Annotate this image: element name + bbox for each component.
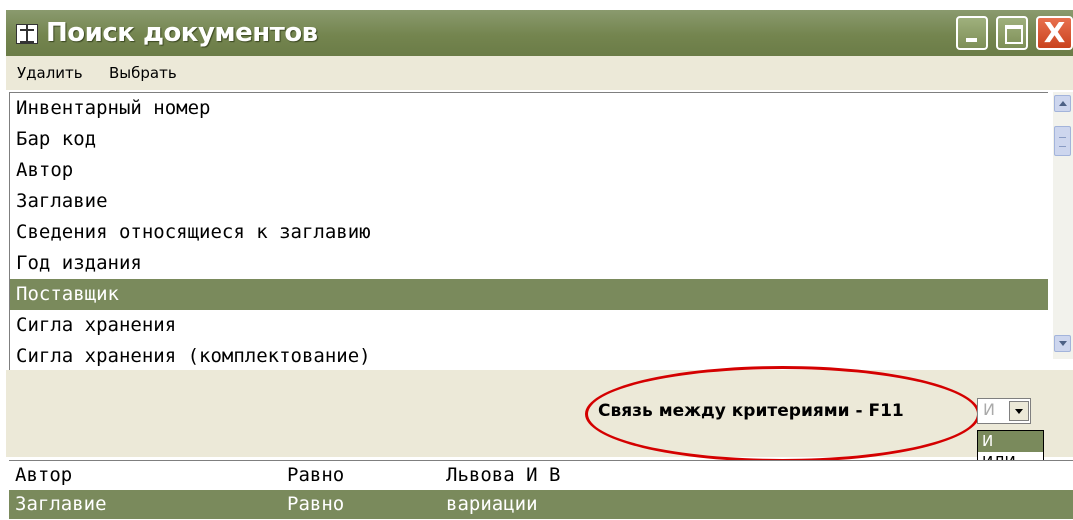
menu-item-select[interactable]: Выбрать: [109, 64, 177, 82]
criteria-link-value: И: [983, 400, 995, 419]
maximize-icon: [998, 18, 1026, 48]
field-item[interactable]: Сигла хранения (комплектование): [10, 341, 1048, 370]
field-item[interactable]: Бар код: [10, 124, 1048, 155]
criteria-list[interactable]: Автор Равно Львова И В Заглавие Равно ва…: [9, 460, 1073, 520]
close-icon: X: [1043, 16, 1066, 49]
title-bar[interactable]: Поиск документов X: [6, 10, 1073, 56]
field-item-selected[interactable]: Поставщик: [10, 279, 1048, 310]
field-item[interactable]: Год издания: [10, 248, 1048, 279]
menu-item-delete[interactable]: Удалить: [17, 64, 83, 82]
scroll-up-button[interactable]: [1054, 95, 1071, 112]
window-title: Поиск документов: [46, 18, 318, 48]
minimize-button[interactable]: [956, 16, 988, 50]
chevron-down-icon: [1059, 341, 1067, 346]
scroll-thumb[interactable]: [1054, 126, 1071, 156]
criteria-link-select[interactable]: И: [977, 398, 1031, 424]
chevron-down-icon[interactable]: [1009, 401, 1029, 421]
field-item[interactable]: Инвентарный номер: [10, 93, 1048, 124]
criteria-value: Львова И В: [446, 464, 561, 486]
criteria-field: Автор: [15, 464, 73, 486]
criteria-operator: Равно: [287, 493, 345, 515]
criteria-row-selected[interactable]: Заглавие Равно вариации: [9, 490, 1073, 519]
field-list[interactable]: Инвентарный номер Бар код Автор Заглавие…: [9, 92, 1048, 370]
field-item[interactable]: Сигла хранения: [10, 310, 1048, 341]
scroll-down-button[interactable]: [1054, 335, 1071, 352]
close-button[interactable]: X: [1036, 16, 1073, 50]
criteria-field: Заглавие: [15, 493, 107, 515]
chevron-up-icon: [1059, 101, 1067, 106]
field-item[interactable]: Сведения относящиеся к заглавию: [10, 217, 1048, 248]
minimize-icon: [958, 18, 986, 48]
field-list-scrollbar[interactable]: [1053, 92, 1073, 359]
criteria-row[interactable]: Автор Равно Львова И В: [9, 461, 1073, 490]
menu-bar: Удалить Выбрать: [6, 56, 1073, 90]
book-icon: [16, 24, 38, 44]
field-item[interactable]: Заглавие: [10, 186, 1048, 217]
maximize-button[interactable]: [996, 16, 1028, 50]
field-item[interactable]: Автор: [10, 155, 1048, 186]
option-and[interactable]: И: [978, 431, 1043, 452]
highlight-oval: [585, 366, 980, 462]
criteria-operator: Равно: [287, 464, 345, 486]
criteria-value: вариации: [446, 493, 538, 515]
